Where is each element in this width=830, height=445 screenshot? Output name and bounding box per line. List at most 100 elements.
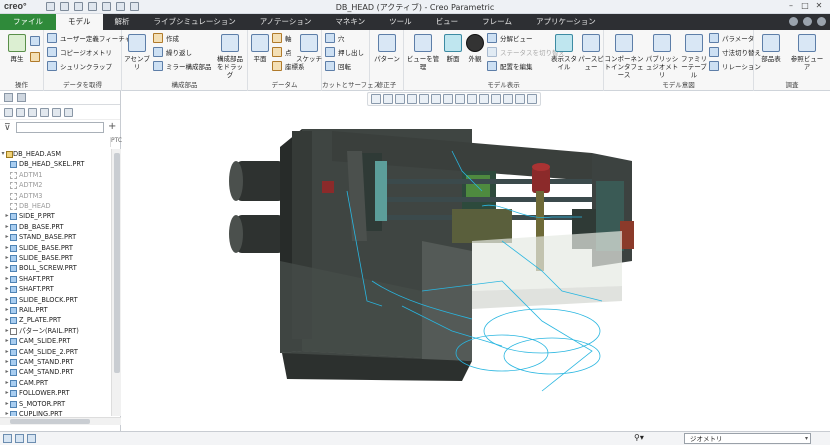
plane-button[interactable]: 平面 [248, 30, 272, 63]
folder-browser-tab-icon[interactable] [17, 93, 26, 102]
hole-button[interactable]: 穴 [325, 33, 345, 43]
drag-components-button[interactable]: 構成部品をドラッグ [214, 30, 246, 79]
tab-applications[interactable]: アプリケーション [524, 14, 608, 30]
tree-item[interactable]: ADTM1 [0, 170, 111, 180]
tree-horizontal-scrollbar[interactable] [0, 417, 121, 425]
add-icon[interactable]: + [108, 121, 116, 132]
tree-collapse-icon[interactable] [28, 108, 37, 117]
perspective-button[interactable]: パースビュー [578, 30, 604, 71]
view-manager-button[interactable]: ビューを管理 [404, 30, 442, 71]
scroll-thumb[interactable] [10, 419, 90, 424]
repeat-button[interactable]: 繰り返し [153, 47, 192, 57]
tab-frame[interactable]: フレーム [470, 14, 524, 30]
pattern-button[interactable]: パターン [372, 30, 402, 63]
settings-icon[interactable] [803, 17, 812, 26]
tree-item[interactable]: DB_HEAD_SKEL.PRT [0, 159, 111, 169]
close-icon[interactable]: ✕ [814, 1, 824, 11]
family-table-button[interactable]: ファミリーテーブル [680, 30, 708, 79]
assemble-button[interactable]: アセンブリ [122, 30, 152, 71]
tab-file[interactable]: ファイル [0, 14, 56, 30]
tree-filter-icon[interactable] [64, 108, 73, 117]
tab-model[interactable]: モデル [56, 14, 103, 30]
maximize-icon[interactable]: □ [800, 1, 810, 11]
tree-vertical-scrollbar[interactable] [111, 149, 121, 416]
tree-item[interactable]: ▸ SIDE_P.PRT [0, 211, 111, 221]
extrude-button[interactable]: 押し出し [325, 47, 364, 57]
exploded-view-button[interactable]: 分解ビュー [487, 33, 533, 43]
group-label: カットとサーフェス [322, 81, 381, 89]
tree-item[interactable]: ▸ S_MOTOR.PRT [0, 399, 111, 409]
tree-item[interactable]: ▸ CAM_SLIDE.PRT [0, 336, 111, 346]
tree-item[interactable]: ▸ RAIL.PRT [0, 305, 111, 315]
tree-item[interactable]: ▸ FOLLOWER.PRT [0, 388, 111, 398]
tree-item[interactable]: ▸ CAM_STAND.PRT [0, 367, 111, 377]
tree-expand-icon[interactable] [16, 108, 25, 117]
model-viewport[interactable] [122, 91, 830, 431]
tree-search-input[interactable] [16, 122, 104, 133]
tree-item[interactable]: ▸ CAM_STAND.PRT [0, 357, 111, 367]
tab-tools[interactable]: ツール [377, 14, 424, 30]
sketch-button[interactable]: スケッチ [296, 30, 322, 63]
tree-item[interactable]: ▸ パターン(RAIL.PRT) [0, 326, 111, 336]
copy-geometry-button[interactable]: コピージオメトリ [47, 47, 112, 57]
mirror-component-button[interactable]: ミラー構成部品 [153, 61, 212, 71]
tree-display-icon[interactable] [4, 108, 13, 117]
appearance-button[interactable]: 外観 [464, 30, 486, 63]
delete-icon-button[interactable] [30, 52, 43, 62]
navigator-toggle-icon[interactable] [3, 434, 12, 443]
search-icon[interactable] [789, 17, 798, 26]
tree-item[interactable]: ▸ Z_PLATE.PRT [0, 315, 111, 325]
selection-filter-select[interactable]: ジオメトリ ▾ [684, 433, 811, 444]
tree-item[interactable]: ▸ CAM_SLIDE_2.PRT [0, 347, 111, 357]
find-icon[interactable]: ⚲▾ [634, 433, 658, 444]
edit-position-icon [487, 61, 497, 71]
tree-item[interactable]: ADTM2 [0, 180, 111, 190]
shrinkwrap-label: シュリンクラップ [60, 63, 112, 71]
tab-manikin[interactable]: マネキン [323, 14, 377, 30]
scroll-thumb[interactable] [114, 153, 120, 373]
tree-item[interactable]: ▸ BOLL_SCREW.PRT [0, 263, 111, 273]
graphics-window[interactable] [122, 91, 830, 431]
minimize-icon[interactable]: – [786, 1, 796, 11]
edit-position-button[interactable]: 配置を編集 [487, 61, 533, 71]
browser-toggle-icon[interactable] [15, 434, 24, 443]
parameters-button[interactable]: パラメータ [709, 33, 754, 43]
tree-item[interactable]: ▸ SLIDE_BLOCK.PRT [0, 295, 111, 305]
switch-dimensions-icon [709, 47, 719, 57]
tree-root[interactable]: ▾ DB_HEAD.ASM [0, 149, 111, 159]
group-datum: 平面 軸 点 座標系 スケッチ データム [248, 30, 322, 91]
tree-item[interactable]: ▸ SHAFT.PRT [0, 284, 111, 294]
tab-live-simulation[interactable]: ライブシミュレーション [142, 14, 248, 30]
tree-item[interactable]: ▸ CAM.PRT [0, 378, 111, 388]
revolve-button[interactable]: 回転 [325, 61, 351, 71]
tree-columns-icon[interactable] [52, 108, 61, 117]
reference-viewer-button[interactable]: 参照ビューア [788, 30, 826, 71]
tab-annotation[interactable]: アノテーション [248, 14, 324, 30]
create-component-button[interactable]: 作成 [153, 33, 179, 43]
model-tree-tab-icon[interactable] [4, 93, 13, 102]
cut-icon-button[interactable] [30, 36, 43, 46]
publish-geometry-button[interactable]: パブリッシュジオメトリ [644, 30, 680, 79]
axis-button[interactable]: 軸 [272, 33, 292, 43]
tab-view[interactable]: ビュー [424, 14, 471, 30]
section-button[interactable]: 断面 [442, 30, 464, 63]
tree-item[interactable]: ▸ SHAFT.PRT [0, 274, 111, 284]
tree-item[interactable]: ▸ STAND_BASE.PRT [0, 232, 111, 242]
tree-item[interactable]: DB_HEAD [0, 201, 111, 211]
point-button[interactable]: 点 [272, 47, 292, 57]
tree-settings-icon[interactable] [40, 108, 49, 117]
fullscreen-icon[interactable] [27, 434, 36, 443]
tab-analysis[interactable]: 解析 [103, 14, 142, 30]
bom-label: 部品表 [761, 55, 781, 63]
tree-item[interactable]: ▸ DB_BASE.PRT [0, 222, 111, 232]
regenerate-button[interactable]: 再生 [2, 30, 32, 63]
tree-item[interactable]: ADTM3 [0, 191, 111, 201]
help-icon[interactable] [817, 17, 826, 26]
tree-item[interactable]: ▸ SLIDE_BASE.PRT [0, 243, 111, 253]
component-interface-button[interactable]: コンポーネントインタフェース [604, 30, 644, 79]
tree-item[interactable]: ▸ CUPLING.PRT [0, 409, 111, 416]
shrinkwrap-button[interactable]: シュリンクラップ [47, 61, 112, 71]
bom-button[interactable]: 部品表 [756, 30, 786, 63]
tree-item[interactable]: ▸ SLIDE_BASE.PRT [0, 253, 111, 263]
display-style-button[interactable]: 表示スタイル [550, 30, 578, 71]
